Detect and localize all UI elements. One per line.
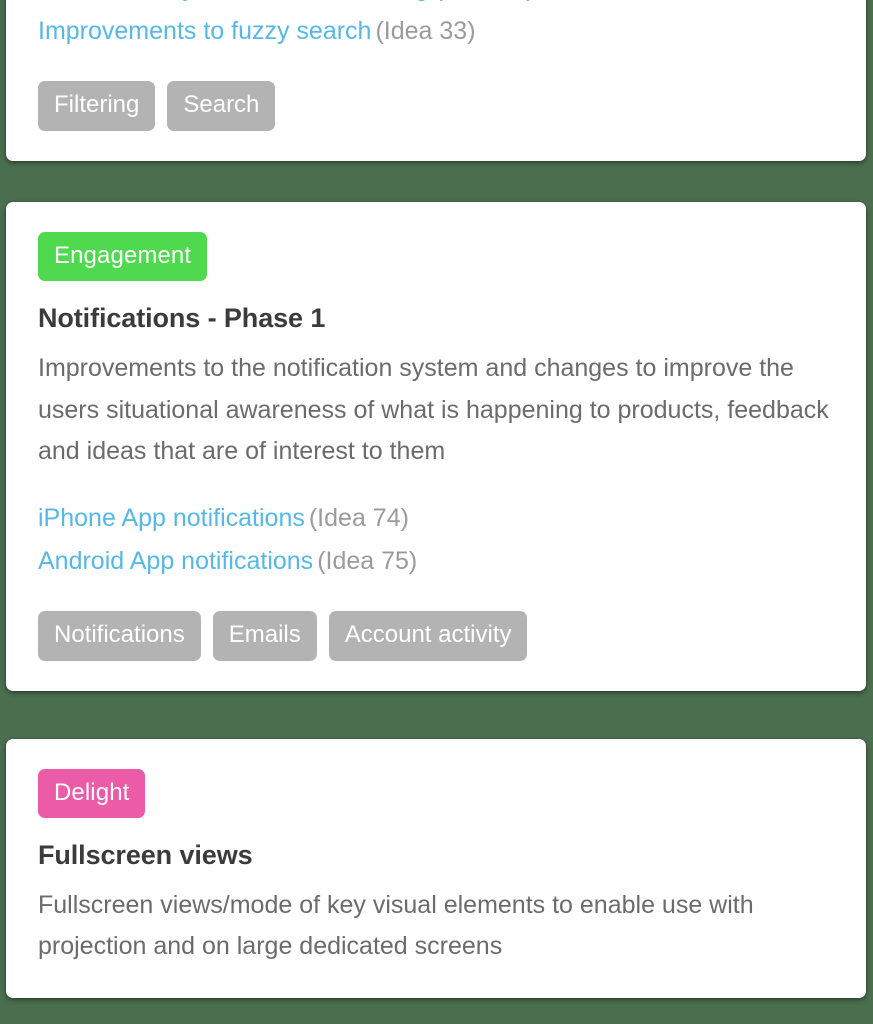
- status-badge[interactable]: Delight: [38, 768, 146, 818]
- card-title: Fullscreen views: [38, 839, 253, 870]
- list-item[interactable]: Show me only content I’m following (Idea …: [38, 0, 834, 10]
- card-title: Notifications - Phase 1: [38, 303, 326, 333]
- list-item[interactable]: iPhone App notifications (Idea 74): [38, 497, 834, 540]
- idea-list: iPhone App notifications (Idea 74) Androi…: [38, 497, 834, 583]
- card-fullscreen-views[interactable]: Delight Fullscreen views Fullscreen view…: [6, 738, 866, 998]
- idea-reference: (Idea 74): [308, 503, 409, 532]
- tag-chip[interactable]: Notifications: [38, 610, 201, 661]
- roadmap-board: Advanced and/or filtering options(Idea 3…: [0, 0, 873, 1024]
- tag-chip[interactable]: Search: [167, 81, 276, 131]
- idea-reference: (Idea 33): [375, 17, 476, 45]
- card-description: Fullscreen views/mode of key visual elem…: [38, 890, 754, 961]
- idea-link[interactable]: Show me only content I’m following: [38, 0, 428, 2]
- list-item[interactable]: Improvements to fuzzy search (Idea 33): [38, 10, 834, 53]
- list-item[interactable]: Android App notifications (Idea 75): [38, 540, 834, 583]
- tag-chip[interactable]: Filtering: [38, 81, 156, 131]
- card-stack: Advanced and/or filtering options(Idea 3…: [6, 0, 866, 1024]
- card-search-filtering[interactable]: Advanced and/or filtering options(Idea 3…: [6, 0, 866, 161]
- tag-row: Notifications Emails Account activity: [38, 610, 834, 661]
- idea-link[interactable]: Improvements to fuzzy search: [38, 17, 371, 45]
- idea-list: Advanced and/or filtering options(Idea 3…: [38, 0, 834, 53]
- status-badge[interactable]: Engagement: [38, 232, 208, 281]
- card-notifications-phase-1[interactable]: Engagement Notifications - Phase 1 Impro…: [6, 202, 866, 691]
- tag-chip[interactable]: Account activity: [328, 610, 528, 661]
- idea-link[interactable]: iPhone App notifications: [38, 504, 305, 532]
- tag-chip[interactable]: Emails: [212, 610, 317, 661]
- idea-reference: (Idea 75): [317, 546, 418, 575]
- idea-reference: (Idea 21): [434, 0, 534, 2]
- tag-row: Filtering Search: [38, 81, 834, 131]
- idea-link[interactable]: Android App notifications: [38, 547, 313, 575]
- card-description: Improvements to the notification system …: [38, 354, 829, 465]
